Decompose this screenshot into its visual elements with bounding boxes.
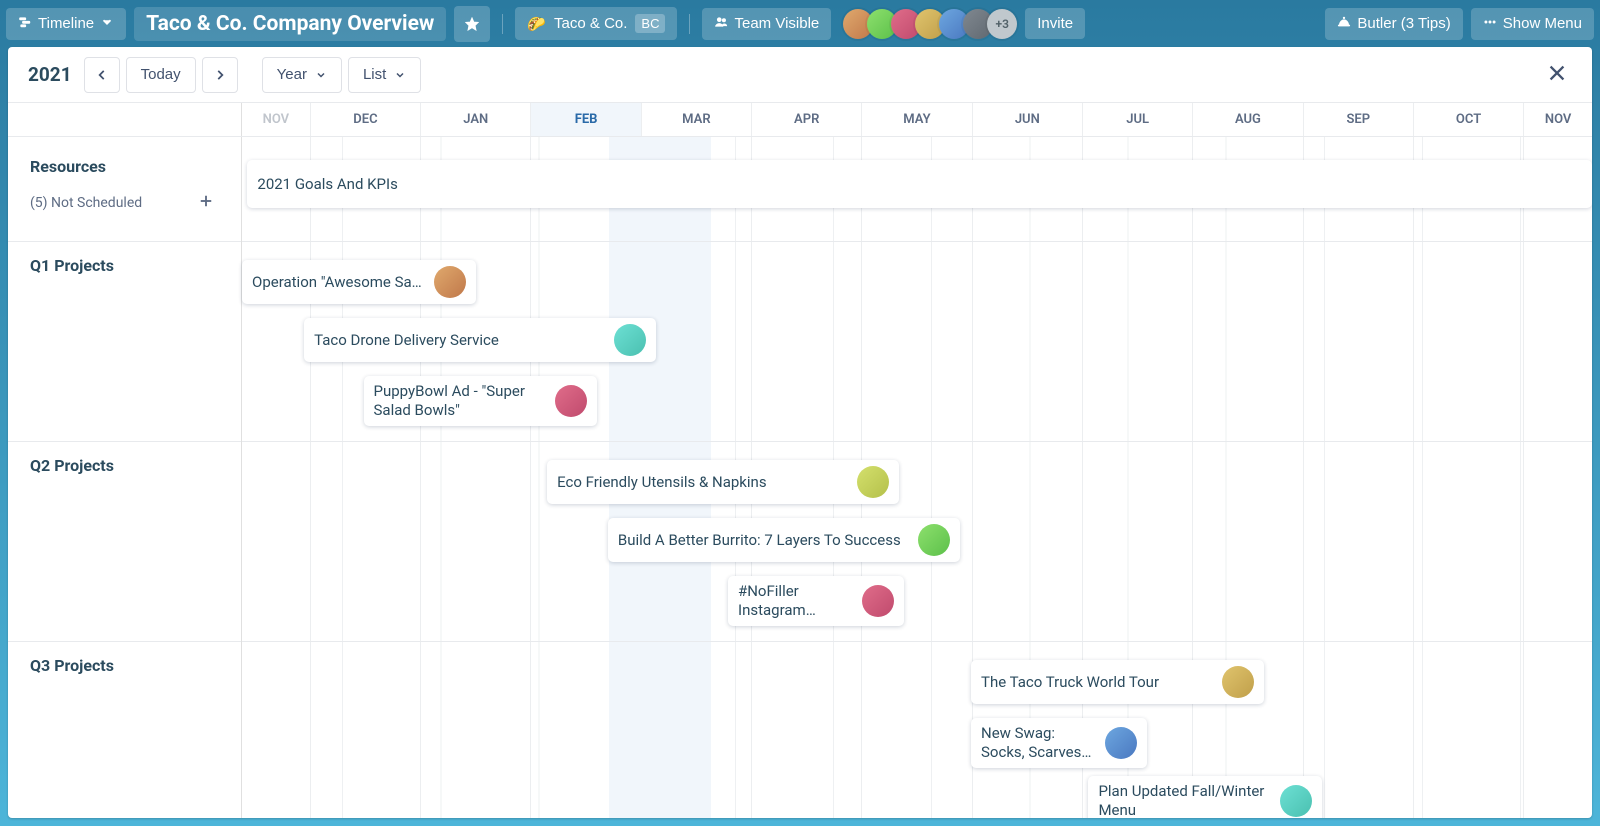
view-name: Timeline bbox=[38, 15, 94, 32]
month-cell: AUG bbox=[1193, 103, 1303, 136]
card-avatar bbox=[857, 466, 889, 498]
chevron-down-icon bbox=[100, 15, 114, 33]
timeline-card[interactable]: PuppyBowl Ad - "Super Salad Bowls" bbox=[364, 376, 598, 426]
timeline-card[interactable]: Plan Updated Fall/Winter Menu bbox=[1088, 776, 1322, 818]
lane-title-q2: Q2 Projects bbox=[30, 456, 219, 475]
visibility-button[interactable]: Team Visible bbox=[702, 8, 831, 40]
show-menu-label: Show Menu bbox=[1503, 15, 1582, 32]
card-title: PuppyBowl Ad - "Super Salad Bowls" bbox=[374, 382, 546, 420]
card-avatar bbox=[555, 385, 587, 417]
timeline-panel: 2021 Today Year List NOV DEC JAN FEB MAR bbox=[8, 47, 1592, 818]
timeline-sidebar: Resources (5) Not Scheduled Q1 Projects … bbox=[8, 137, 242, 818]
workspace-tier-badge: BC bbox=[635, 14, 665, 33]
card-avatar bbox=[1280, 785, 1312, 817]
add-unscheduled-button[interactable] bbox=[193, 188, 219, 217]
timeline-year: 2021 bbox=[28, 63, 72, 86]
avatar-more[interactable]: +3 bbox=[987, 9, 1017, 39]
card-avatar bbox=[434, 266, 466, 298]
month-cell: APR bbox=[752, 103, 862, 136]
member-avatars: +3 bbox=[843, 9, 1017, 39]
timeline-card[interactable]: #NoFiller Instagram… bbox=[728, 576, 904, 626]
display-mode-label: List bbox=[363, 66, 386, 83]
board-title[interactable]: Taco & Co. Company Overview bbox=[134, 7, 446, 41]
not-scheduled-count[interactable]: (5) Not Scheduled bbox=[30, 195, 142, 211]
timeline-card[interactable]: 2021 Goals And KPIs bbox=[247, 160, 1592, 208]
butler-label: Butler (3 Tips) bbox=[1357, 15, 1450, 32]
month-cell: JUL bbox=[1083, 103, 1193, 136]
month-header: NOV DEC JAN FEB MAR APR MAY JUN JUL AUG … bbox=[242, 103, 1592, 136]
ellipsis-icon bbox=[1483, 15, 1497, 33]
card-title: #NoFiller Instagram… bbox=[738, 582, 852, 620]
card-title: Plan Updated Fall/Winter Menu bbox=[1098, 782, 1270, 818]
month-cell: DEC bbox=[311, 103, 421, 136]
card-avatar bbox=[862, 585, 894, 617]
divider bbox=[689, 14, 690, 34]
timeline-icon bbox=[18, 15, 32, 33]
lane-title-q3: Q3 Projects bbox=[30, 656, 219, 675]
board-views-switcher[interactable]: Timeline bbox=[6, 8, 126, 40]
next-period-button[interactable] bbox=[202, 57, 238, 93]
zoom-scale-label: Year bbox=[277, 66, 307, 83]
workspace-name: Taco & Co. bbox=[554, 15, 627, 32]
month-cell: JUN bbox=[973, 103, 1083, 136]
team-icon bbox=[714, 15, 728, 33]
month-cell: SEP bbox=[1304, 103, 1414, 136]
month-cell: MAY bbox=[862, 103, 972, 136]
card-avatar bbox=[614, 324, 646, 356]
card-title: Eco Friendly Utensils & Napkins bbox=[557, 473, 847, 492]
timeline-card[interactable]: Taco Drone Delivery Service bbox=[304, 318, 656, 362]
butler-icon bbox=[1337, 15, 1351, 33]
month-cell: MAR bbox=[642, 103, 752, 136]
month-cell: NOV bbox=[242, 103, 311, 136]
workspace-button[interactable]: 🌮 Taco & Co. BC bbox=[515, 7, 677, 40]
invite-button[interactable]: Invite bbox=[1025, 8, 1085, 39]
display-mode-select[interactable]: List bbox=[348, 57, 421, 93]
card-avatar bbox=[918, 524, 950, 556]
zoom-scale-select[interactable]: Year bbox=[262, 57, 342, 93]
workspace-icon: 🌮 bbox=[527, 15, 546, 33]
card-title: Taco Drone Delivery Service bbox=[314, 331, 604, 350]
today-button[interactable]: Today bbox=[126, 57, 196, 93]
close-timeline-button[interactable] bbox=[1542, 58, 1572, 91]
star-button[interactable] bbox=[454, 6, 490, 42]
card-title: The Taco Truck World Tour bbox=[981, 673, 1212, 692]
timeline-card[interactable]: The Taco Truck World Tour bbox=[971, 660, 1264, 704]
month-cell: NOV bbox=[1524, 103, 1592, 136]
timeline-card[interactable]: New Swag: Socks, Scarves… bbox=[971, 718, 1147, 768]
divider bbox=[502, 14, 503, 34]
card-avatar bbox=[1105, 727, 1137, 759]
visibility-label: Team Visible bbox=[734, 15, 819, 32]
prev-period-button[interactable] bbox=[84, 57, 120, 93]
lane-title-q1: Q1 Projects bbox=[30, 256, 219, 275]
resources-heading: Resources bbox=[30, 157, 219, 176]
show-menu-button[interactable]: Show Menu bbox=[1471, 8, 1594, 40]
timeline-card[interactable]: Operation "Awesome Sa… bbox=[242, 260, 476, 304]
timeline-canvas[interactable]: 2021 Goals And KPIs Operation "Awesome S… bbox=[242, 137, 1592, 818]
butler-button[interactable]: Butler (3 Tips) bbox=[1325, 8, 1462, 40]
timeline-card[interactable]: Eco Friendly Utensils & Napkins bbox=[547, 460, 899, 504]
card-title: Build A Better Burrito: 7 Layers To Succ… bbox=[618, 531, 908, 550]
card-title: New Swag: Socks, Scarves… bbox=[981, 724, 1095, 762]
card-title: 2021 Goals And KPIs bbox=[257, 175, 1582, 194]
timeline-card[interactable]: Build A Better Burrito: 7 Layers To Succ… bbox=[608, 518, 960, 562]
month-cell-current: FEB bbox=[531, 103, 641, 136]
month-cell: OCT bbox=[1414, 103, 1524, 136]
card-title: Operation "Awesome Sa… bbox=[252, 273, 424, 292]
card-avatar bbox=[1222, 666, 1254, 698]
month-cell: JAN bbox=[421, 103, 531, 136]
